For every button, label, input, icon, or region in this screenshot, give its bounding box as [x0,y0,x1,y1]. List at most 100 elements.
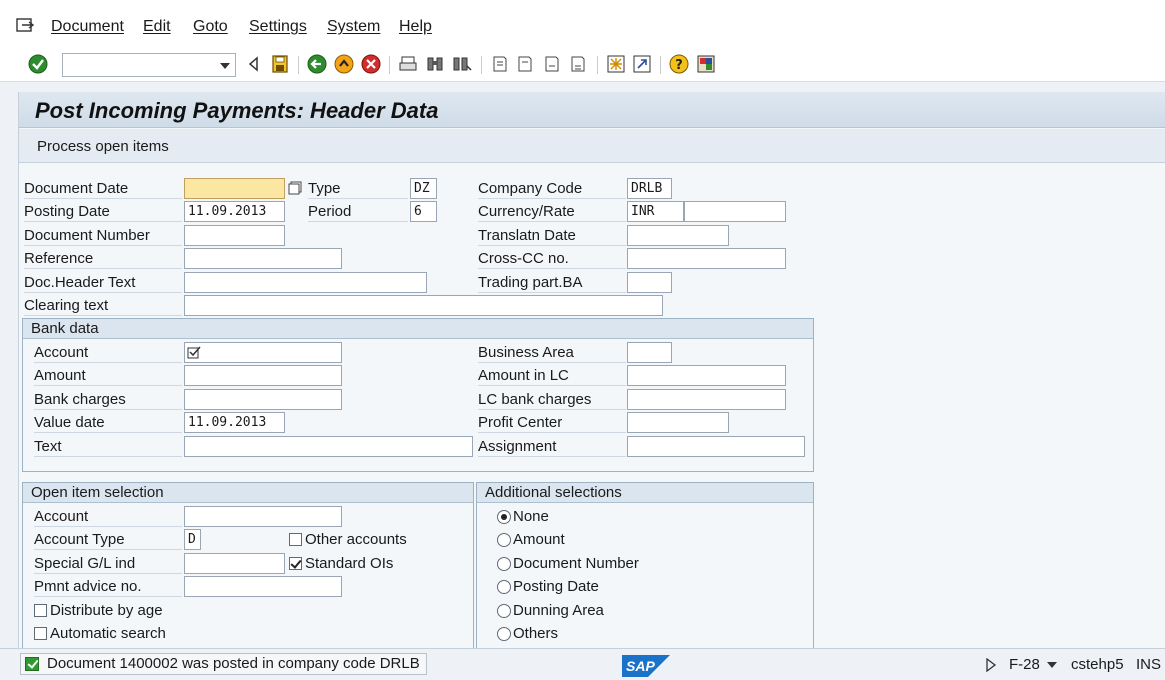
standard-toolbar: ? [0,48,1165,82]
prev-page-icon[interactable] [515,54,535,74]
radio-others[interactable] [497,627,511,641]
special-gl-ind-input[interactable] [184,553,285,574]
automatic-search-checkbox[interactable] [34,627,47,640]
new-session-icon[interactable] [606,54,626,74]
label-amount: Amount [34,365,182,386]
company-code-input[interactable] [627,178,672,199]
pmnt-advice-no-input[interactable] [184,576,342,597]
radio-dunning-area[interactable] [497,604,511,618]
exchange-rate-input[interactable] [684,201,786,222]
next-page-icon[interactable] [542,54,562,74]
status-expand-icon[interactable] [985,658,997,672]
status-message[interactable]: Document 1400002 was posted in company c… [20,653,427,675]
insert-mode: INS [1136,656,1162,673]
posting-date-input[interactable] [184,201,285,222]
cancel-icon[interactable] [361,54,381,74]
radio-posting-date[interactable] [497,580,511,594]
standard-ois-checkbox[interactable] [289,557,302,570]
radio-amount[interactable] [497,533,511,547]
label-document-number: Document Number [24,225,182,246]
save-icon[interactable] [270,54,290,74]
label-period: Period [308,201,408,222]
value-date-input[interactable] [184,412,285,433]
menu-help[interactable]: Help [399,18,432,36]
oi-account-input[interactable] [184,506,342,527]
sap-logo: SAP [622,655,670,677]
label-document-date: Document Date [24,178,182,199]
document-date-input[interactable] [184,178,285,199]
label-text: Text [34,436,182,457]
business-area-input[interactable] [627,342,672,363]
shortcut-icon[interactable] [632,54,652,74]
application-toolbar: Process open items [19,129,1165,163]
translatn-date-input[interactable] [627,225,729,246]
menu-document[interactable]: Document [51,18,124,36]
label-posting-date: Posting Date [24,201,182,222]
account-type-input[interactable] [184,529,201,550]
calendar-icon[interactable] [288,181,302,195]
find-next-icon[interactable] [452,54,472,74]
additional-selections-title: Additional selections [477,483,813,503]
radio-posting-date-label: Posting Date [513,578,599,595]
exit-icon[interactable] [334,54,354,74]
amount-in-lc-input[interactable] [627,365,786,386]
label-doc-header-text: Doc.Header Text [24,272,182,293]
bank-charges-input[interactable] [184,389,342,410]
label-translatn-date: Translatn Date [478,225,626,246]
layout-icon[interactable] [696,54,716,74]
other-accounts-checkbox[interactable] [289,533,302,546]
back-icon[interactable] [307,54,327,74]
menu-system[interactable]: System [327,18,380,36]
back-arrow-icon[interactable] [244,54,264,74]
profit-center-input[interactable] [627,412,729,433]
period-input[interactable] [410,201,437,222]
label-clearing-text: Clearing text [24,295,182,316]
required-entry-icon [187,346,201,359]
process-open-items-button[interactable]: Process open items [37,138,169,155]
enter-icon[interactable] [28,54,48,74]
type-input[interactable] [410,178,437,199]
menu-settings[interactable]: Settings [249,18,307,36]
title-bar: Post Incoming Payments: Header Data [19,92,1165,128]
label-lc-bank-charges: LC bank charges [478,389,626,410]
lc-bank-charges-input[interactable] [627,389,786,410]
label-profit-center: Profit Center [478,412,626,433]
svg-text:?: ? [675,58,683,73]
help-icon[interactable]: ? [669,54,689,74]
last-page-icon[interactable] [568,54,588,74]
doc-header-text-input[interactable] [184,272,427,293]
first-page-icon[interactable] [490,54,510,74]
radio-none[interactable] [497,510,511,524]
transaction-code: F-28 [1009,656,1040,673]
currency-input[interactable] [627,201,684,222]
system-menu-icon[interactable] [16,17,34,33]
menu-edit[interactable]: Edit [143,18,171,36]
label-pmnt-advice-no: Pmnt advice no. [34,576,182,597]
amount-input[interactable] [184,365,342,386]
reference-input[interactable] [184,248,342,269]
print-icon[interactable] [398,54,418,74]
radio-document-number-label: Document Number [513,555,639,572]
bank-account-input[interactable] [184,342,342,363]
text-input[interactable] [184,436,473,457]
menu-goto[interactable]: Goto [193,18,228,36]
command-field[interactable] [62,53,236,77]
label-business-area: Business Area [478,342,626,363]
find-icon[interactable] [425,54,445,74]
chevron-down-icon[interactable] [220,63,230,69]
document-number-input[interactable] [184,225,285,246]
label-company-code: Company Code [478,178,626,199]
clearing-text-input[interactable] [184,295,663,316]
open-item-selection-title: Open item selection [23,483,473,503]
automatic-search-label: Automatic search [50,625,166,642]
other-accounts-label: Other accounts [305,531,407,548]
command-input[interactable] [63,54,211,76]
page-title: Post Incoming Payments: Header Data [35,98,439,123]
cross-cc-input[interactable] [627,248,786,269]
trading-part-ba-input[interactable] [627,272,672,293]
radio-document-number[interactable] [497,557,511,571]
chevron-down-icon[interactable] [1047,662,1057,668]
distribute-by-age-label: Distribute by age [50,602,163,619]
distribute-by-age-checkbox[interactable] [34,604,47,617]
assignment-input[interactable] [627,436,805,457]
